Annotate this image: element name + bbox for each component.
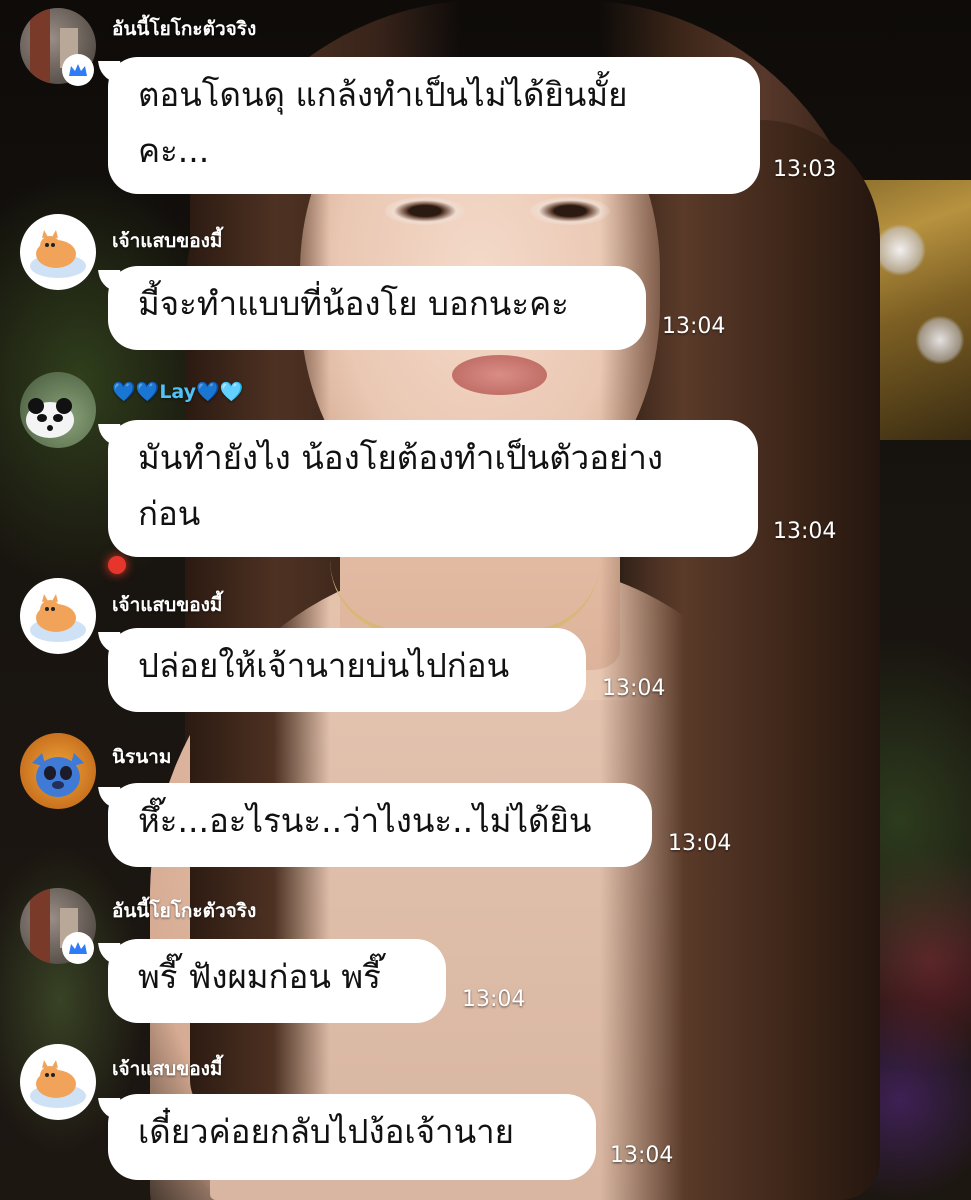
message-text: มี้จะทำแบบที่น้องโย บอกนะคะ — [138, 284, 569, 323]
message-bubble[interactable]: มี้จะทำแบบที่น้องโย บอกนะคะ — [108, 266, 646, 350]
message-text: หึ๊ะ...อะไรนะ..ว่าไงนะ..ไม่ได้ยิน — [138, 801, 592, 840]
message-time: 13:04 — [662, 314, 726, 339]
message-bubble[interactable]: ตอนโดนดุ แกล้งทำเป็นไม่ได้ยินมั้ย คะ... — [108, 57, 760, 194]
sender-name: นิรนาม — [112, 746, 172, 768]
message-text: มันทำยังไง น้องโยต้องทำเป็นตัวอย่าง ก่อน — [138, 438, 663, 533]
panda-avatar[interactable] — [20, 372, 96, 448]
sender-name: เจ้าแสบของมี้ — [112, 594, 223, 616]
cat-sticker-avatar[interactable] — [20, 578, 96, 654]
sender-name: อันนี้โยโกะตัวจริง — [112, 18, 257, 40]
cat-sticker-avatar[interactable] — [20, 1044, 96, 1120]
cat-sticker-avatar[interactable] — [20, 214, 96, 290]
message-time: 13:04 — [602, 676, 666, 701]
sender-name: เจ้าแสบของมี้ — [112, 1058, 223, 1080]
sender-name: 💙💙Lay💙🩵 — [112, 381, 244, 403]
message-time: 13:04 — [773, 519, 837, 544]
message-bubble[interactable]: พรี๊ ฟังผมก่อน พรี๊ — [108, 939, 446, 1023]
message-time: 13:04 — [462, 987, 526, 1012]
message-bubble[interactable]: หึ๊ะ...อะไรนะ..ว่าไงนะ..ไม่ได้ยิน — [108, 783, 652, 867]
message-bubble[interactable]: ปล่อยให้เจ้านายบ่นไปก่อน — [108, 628, 586, 712]
message-text: ปล่อยให้เจ้านายบ่นไปก่อน — [138, 646, 510, 685]
message-time: 13:04 — [610, 1143, 674, 1168]
crown-icon — [62, 54, 94, 86]
sender-name: เจ้าแสบของมี้ — [112, 230, 223, 252]
message-bubble[interactable]: เดี๋ยวค่อยกลับไปง้อเจ้านาย — [108, 1094, 596, 1180]
message-text: ตอนโดนดุ แกล้งทำเป็นไม่ได้ยินมั้ย คะ... — [138, 75, 628, 170]
crown-icon — [62, 932, 94, 964]
message-time: 13:03 — [773, 157, 837, 182]
message-text: พรี๊ ฟังผมก่อน พรี๊ — [138, 957, 381, 996]
message-time: 13:04 — [668, 831, 732, 856]
sender-name: อันนี้โยโกะตัวจริง — [112, 900, 257, 922]
stitch-avatar[interactable] — [20, 733, 96, 809]
message-text: เดี๋ยวค่อยกลับไปง้อเจ้านาย — [138, 1112, 515, 1151]
message-bubble[interactable]: มันทำยังไง น้องโยต้องทำเป็นตัวอย่าง ก่อน — [108, 420, 758, 557]
chat-thread: อันนี้โยโกะตัวจริง ตอนโดนดุ แกล้งทำเป็นไ… — [0, 0, 971, 1200]
